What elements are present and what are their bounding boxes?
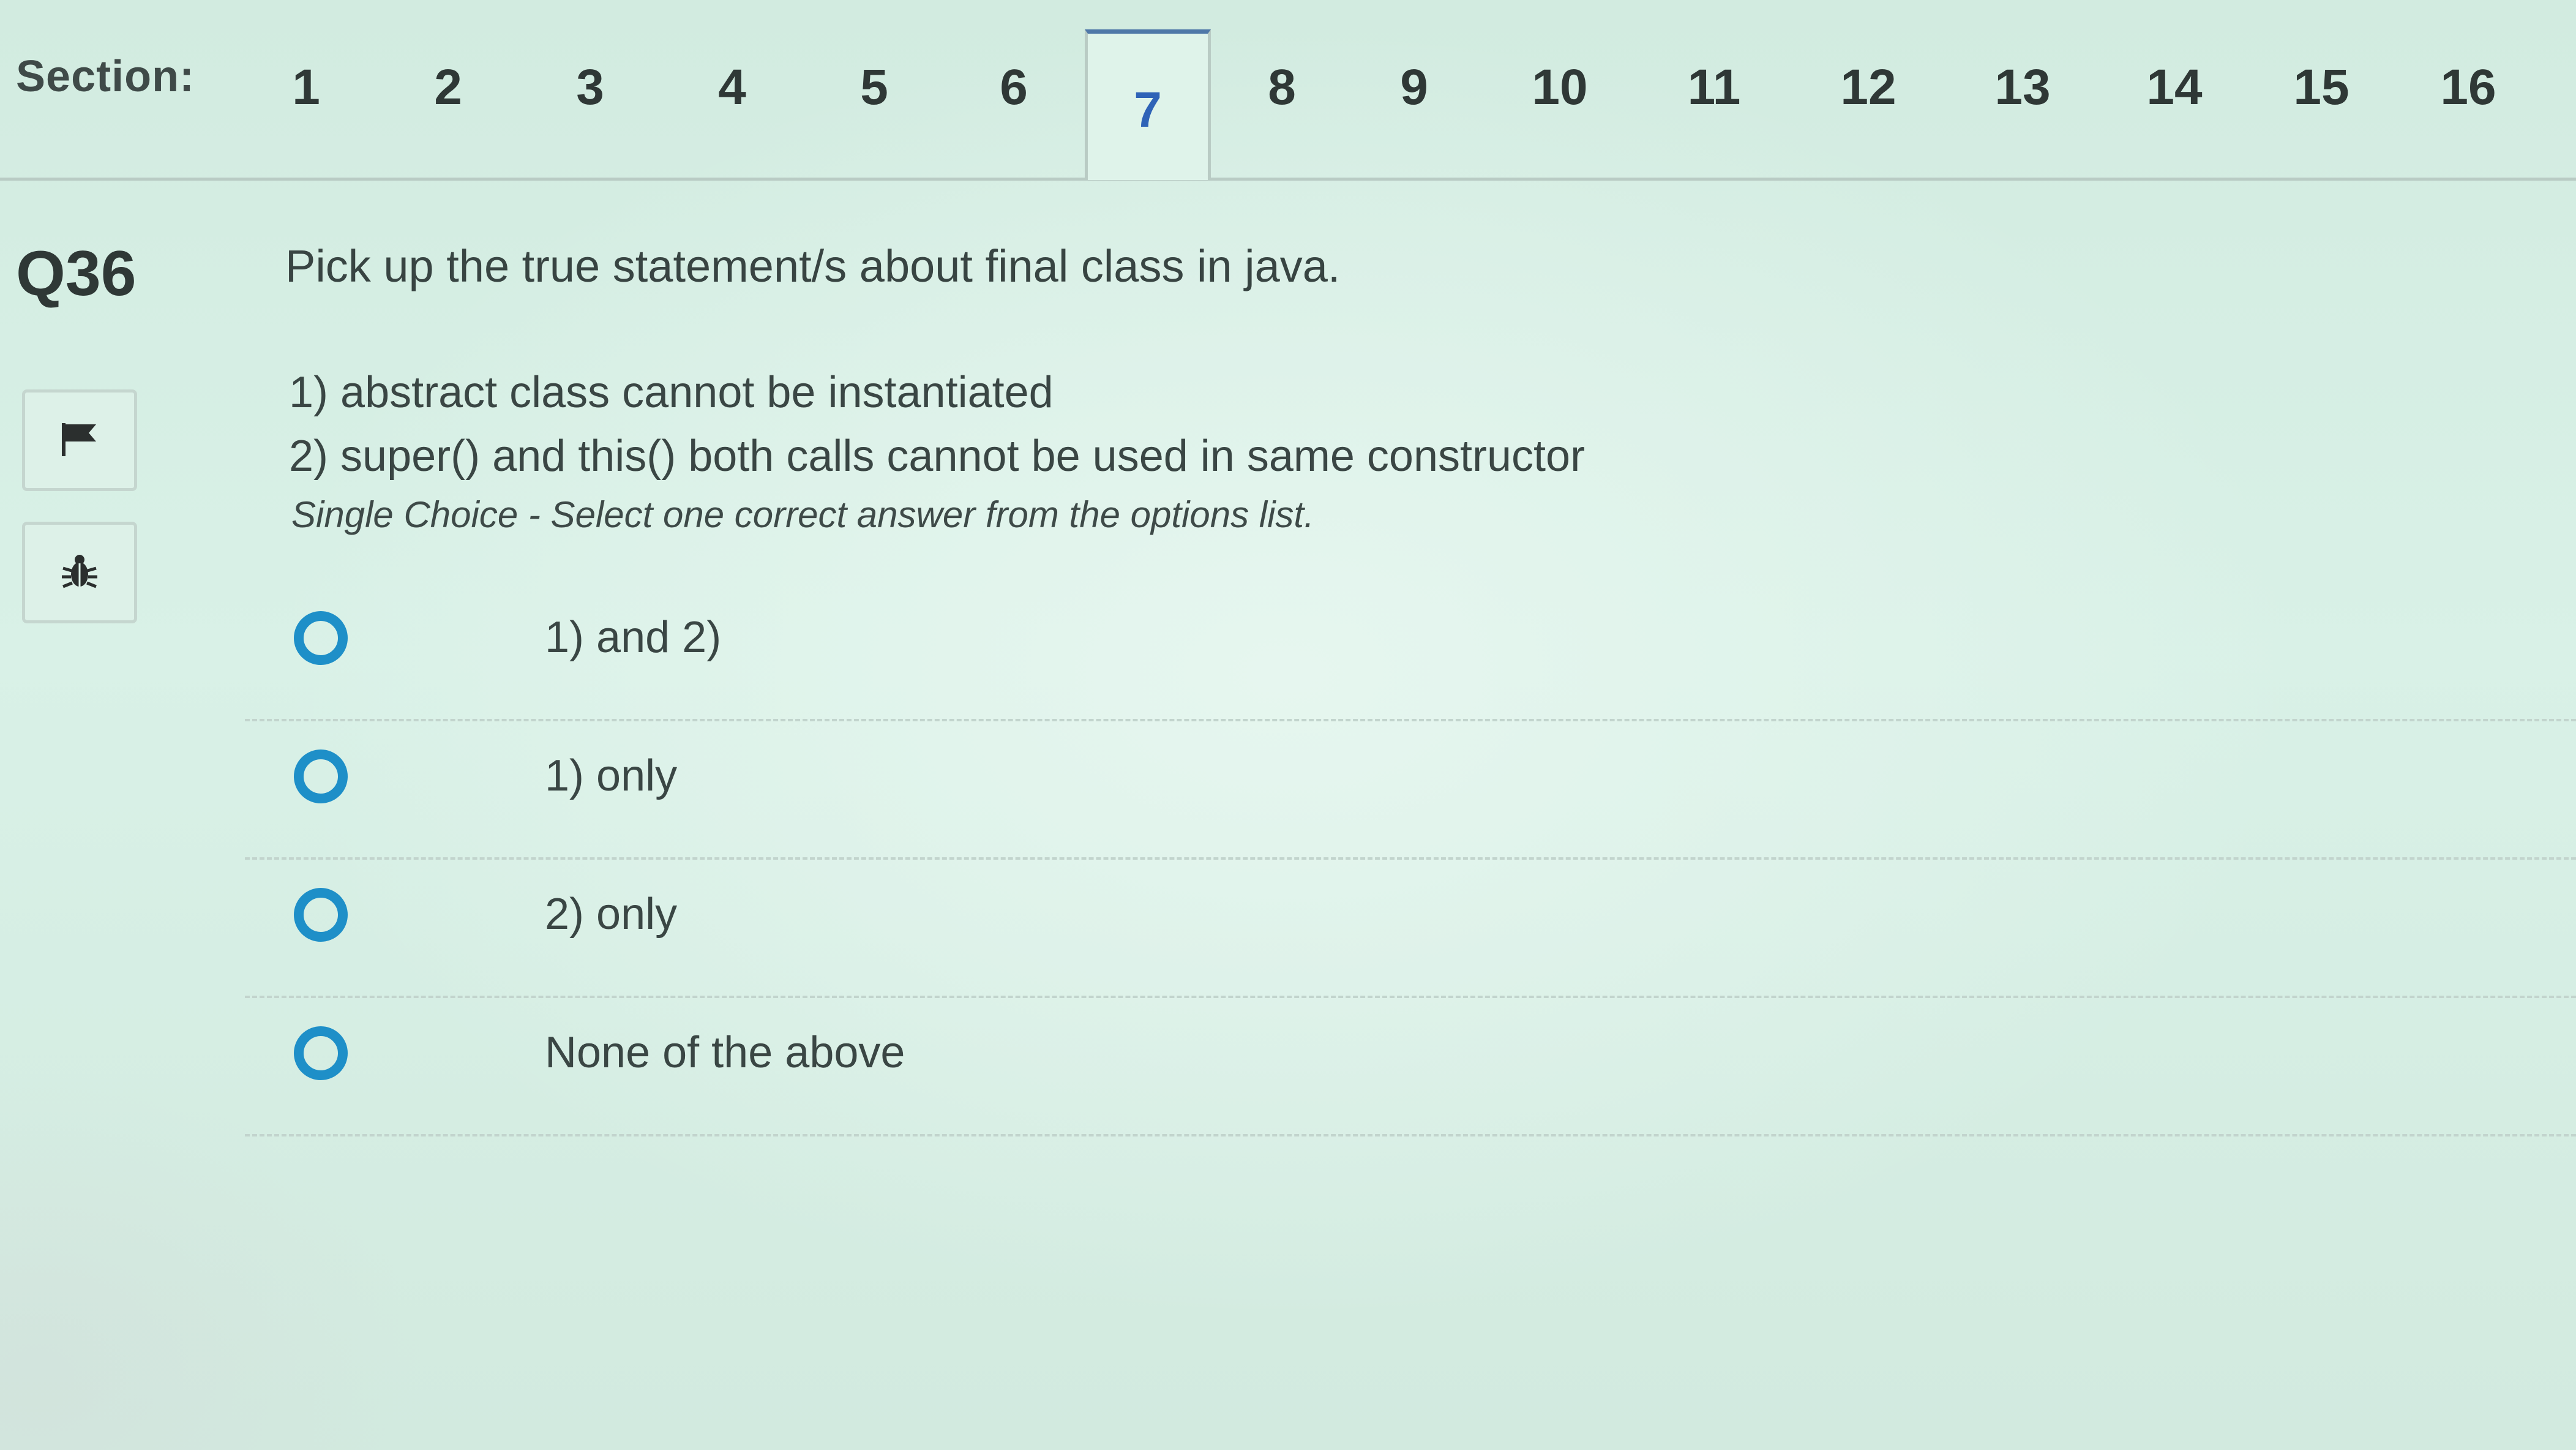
radio-button[interactable] <box>294 1026 348 1080</box>
radio-button[interactable] <box>294 749 348 803</box>
answer-option-1[interactable]: 1) and 2) <box>245 580 2576 721</box>
tab-section-3[interactable]: 3 <box>529 59 651 116</box>
tab-section-13[interactable]: 13 <box>1961 59 2084 116</box>
answer-option-4[interactable]: None of the above <box>245 996 2576 1136</box>
tab-section-6[interactable]: 6 <box>953 59 1075 116</box>
question-number: Q36 <box>16 238 137 309</box>
tab-section-15[interactable]: 15 <box>2260 59 2383 116</box>
option-label: 2) only <box>545 890 678 939</box>
tab-section-5[interactable]: 5 <box>813 59 935 116</box>
option-label: None of the above <box>545 1028 905 1077</box>
option-label: 1) only <box>545 751 678 800</box>
flag-icon <box>58 421 101 460</box>
report-bug-button[interactable] <box>22 522 137 623</box>
tab-section-1[interactable]: 1 <box>245 59 367 116</box>
tab-section-2[interactable]: 2 <box>387 59 509 116</box>
radio-button[interactable] <box>294 611 348 665</box>
tab-section-12[interactable]: 12 <box>1807 59 1930 116</box>
radio-button[interactable] <box>294 888 348 942</box>
flag-question-button[interactable] <box>22 389 137 491</box>
section-label: Section: <box>16 52 195 101</box>
tab-section-10[interactable]: 10 <box>1499 59 1621 116</box>
answer-type-hint: Single Choice - Select one correct answe… <box>291 494 1314 535</box>
tab-section-7[interactable]: 7 <box>1085 29 1211 180</box>
question-statement-2: 2) super() and this() both calls cannot … <box>289 432 1586 481</box>
tab-section-16[interactable]: 16 <box>2407 59 2529 116</box>
answer-option-2[interactable]: 1) only <box>245 719 2576 860</box>
bug-icon <box>58 550 101 596</box>
section-tab-bar: Section: 1 2 3 4 5 6 7 8 9 10 11 12 13 1… <box>0 0 2576 181</box>
question-text: Pick up the true statement/s about final… <box>285 241 1341 291</box>
tab-section-11[interactable]: 11 <box>1653 59 1775 116</box>
answer-option-3[interactable]: 2) only <box>245 857 2576 998</box>
tab-section-14[interactable]: 14 <box>2113 59 2236 116</box>
option-label: 1) and 2) <box>545 613 722 662</box>
question-statement-1: 1) abstract class cannot be instantiated <box>289 368 1054 417</box>
tab-section-4[interactable]: 4 <box>671 59 793 116</box>
tab-section-8[interactable]: 8 <box>1221 59 1343 116</box>
tab-section-9[interactable]: 9 <box>1353 59 1475 116</box>
